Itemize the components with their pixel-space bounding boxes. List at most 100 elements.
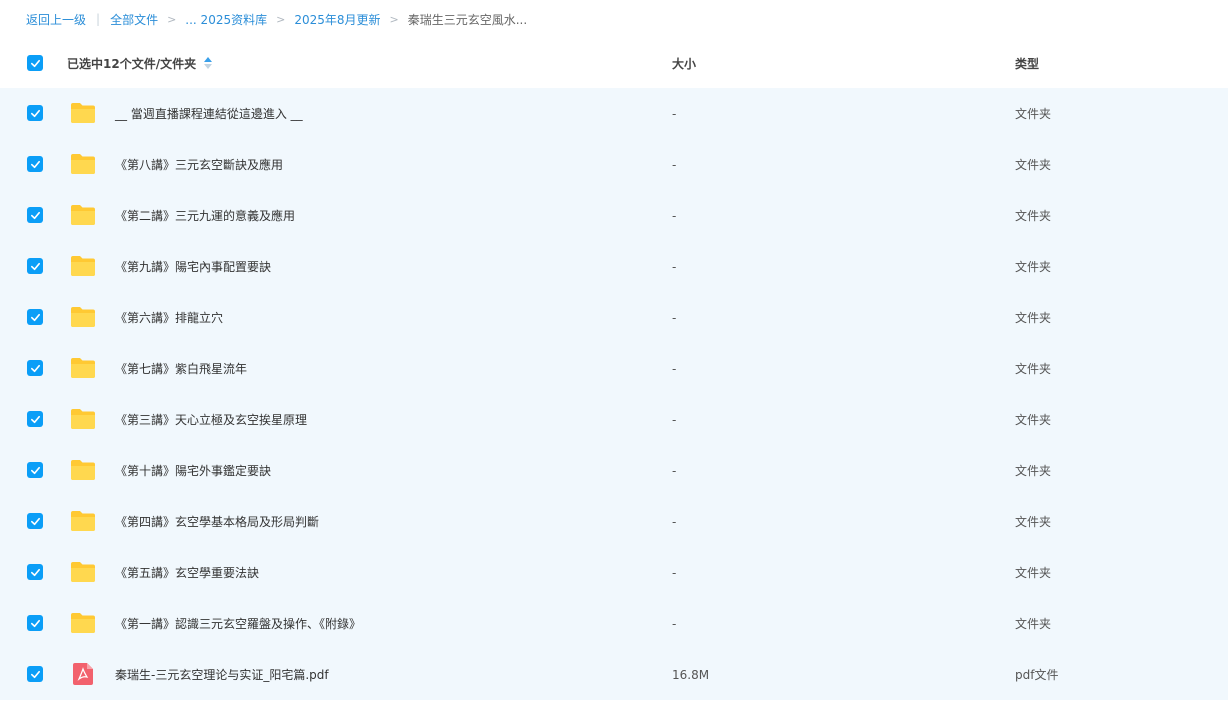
breadcrumb-current: 秦瑞生三元玄空風水...: [407, 12, 528, 27]
row-checkbox[interactable]: [27, 462, 43, 478]
column-header-size[interactable]: 大小: [672, 55, 696, 72]
checkmark-icon: [30, 466, 40, 474]
file-size: 16.8M: [672, 667, 710, 682]
chevron-right-icon: >: [389, 12, 399, 26]
folder-icon: [70, 204, 96, 226]
file-size: -: [672, 259, 677, 274]
file-name[interactable]: __ 當週直播課程連結從這邊進入 __: [115, 105, 303, 122]
file-row[interactable]: 《第三講》天心立極及玄空挨星原理 - 文件夹: [0, 394, 1228, 445]
file-row[interactable]: 《第五講》玄空學重要法訣 - 文件夹: [0, 547, 1228, 598]
file-size: -: [672, 412, 677, 427]
file-name[interactable]: 《第四講》玄空學基本格局及形局判斷: [115, 513, 319, 530]
file-name[interactable]: 《第七講》紫白飛星流年: [115, 360, 247, 377]
folder-icon: [70, 459, 96, 481]
file-name[interactable]: 《第六講》排龍立穴: [115, 309, 223, 326]
folder-icon: [70, 357, 96, 379]
file-size: -: [672, 463, 677, 478]
file-name[interactable]: 《第九講》陽宅內事配置要訣: [115, 258, 271, 275]
file-row[interactable]: 《第六講》排龍立穴 - 文件夹: [0, 292, 1228, 343]
checkmark-icon: [30, 670, 40, 678]
breadcrumb-item-all-files[interactable]: 全部文件: [110, 11, 158, 28]
breadcrumb-divider: |: [96, 12, 101, 26]
checkmark-icon: [30, 211, 40, 219]
file-name[interactable]: 《第八講》三元玄空斷訣及應用: [115, 156, 283, 173]
file-size: -: [672, 310, 677, 325]
file-row[interactable]: __ 當週直播課程連結從這邊進入 __ - 文件夹: [0, 88, 1228, 139]
row-checkbox[interactable]: [27, 666, 43, 682]
file-row[interactable]: 《第十講》陽宅外事鑑定要訣 - 文件夹: [0, 445, 1228, 496]
chevron-right-icon: >: [276, 12, 286, 26]
file-name[interactable]: 《第十講》陽宅外事鑑定要訣: [115, 462, 271, 479]
row-checkbox[interactable]: [27, 513, 43, 529]
folder-icon: [70, 153, 96, 175]
file-row[interactable]: 《第九講》陽宅內事配置要訣 - 文件夹: [0, 241, 1228, 292]
file-type: 文件夹: [1015, 362, 1052, 376]
file-size: -: [672, 565, 677, 580]
row-checkbox[interactable]: [27, 309, 43, 325]
file-size: -: [672, 361, 677, 376]
file-size: -: [672, 106, 677, 121]
breadcrumb: 返回上一级 | 全部文件 > ... 2025资料库 > 2025年8月更新 >…: [0, 0, 1228, 38]
file-row[interactable]: 《第二講》三元九運的意義及應用 - 文件夹: [0, 190, 1228, 241]
file-size: -: [672, 514, 677, 529]
file-type: 文件夹: [1015, 158, 1052, 172]
folder-icon: [70, 306, 96, 328]
folder-icon: [70, 561, 96, 583]
breadcrumb-item-library[interactable]: ... 2025资料库: [185, 11, 267, 28]
file-type: 文件夹: [1015, 464, 1052, 478]
file-name[interactable]: 《第五講》玄空學重要法訣: [115, 564, 259, 581]
select-all-checkbox[interactable]: [27, 55, 43, 71]
file-row[interactable]: 《第一講》認識三元玄空羅盤及操作、《附錄》 - 文件夹: [0, 598, 1228, 649]
checkmark-icon: [30, 415, 40, 423]
column-header-type[interactable]: 类型: [1015, 55, 1039, 72]
row-checkbox[interactable]: [27, 207, 43, 223]
row-checkbox[interactable]: [27, 156, 43, 172]
chevron-right-icon: >: [167, 12, 177, 26]
row-checkbox[interactable]: [27, 615, 43, 631]
file-type: 文件夹: [1015, 617, 1052, 631]
folder-icon: [70, 408, 96, 430]
file-name[interactable]: 《第三講》天心立極及玄空挨星原理: [115, 411, 307, 428]
selection-count-label: 已选中12个文件/文件夹: [67, 56, 197, 71]
file-name[interactable]: 秦瑞生-三元玄空理论与实证_阳宅篇.pdf: [115, 666, 329, 683]
file-type: 文件夹: [1015, 260, 1052, 274]
file-type: 文件夹: [1015, 209, 1052, 223]
breadcrumb-item-update[interactable]: 2025年8月更新: [294, 11, 380, 28]
back-link[interactable]: 返回上一级: [26, 11, 86, 28]
file-type: 文件夹: [1015, 107, 1052, 121]
file-row[interactable]: 秦瑞生-三元玄空理论与实证_阳宅篇.pdf 16.8M pdf文件: [0, 649, 1228, 700]
checkmark-icon: [30, 59, 40, 67]
file-row[interactable]: 《第八講》三元玄空斷訣及應用 - 文件夹: [0, 139, 1228, 190]
folder-icon: [70, 255, 96, 277]
pdf-icon: [73, 663, 93, 685]
file-list: __ 當週直播課程連結從這邊進入 __ - 文件夹 《第八講》三元玄空斷訣及應用…: [0, 88, 1228, 700]
file-type: 文件夹: [1015, 515, 1052, 529]
file-size: -: [672, 616, 677, 631]
folder-icon: [70, 510, 96, 532]
file-size: -: [672, 157, 677, 172]
column-header-name[interactable]: 已选中12个文件/文件夹: [67, 55, 213, 72]
file-row[interactable]: 《第七講》紫白飛星流年 - 文件夹: [0, 343, 1228, 394]
file-type: pdf文件: [1015, 668, 1059, 682]
file-name[interactable]: 《第一講》認識三元玄空羅盤及操作、《附錄》: [115, 615, 361, 632]
file-type: 文件夹: [1015, 311, 1052, 325]
file-list-header: 已选中12个文件/文件夹 大小 类型: [0, 38, 1228, 88]
row-checkbox[interactable]: [27, 411, 43, 427]
checkmark-icon: [30, 160, 40, 168]
checkmark-icon: [30, 568, 40, 576]
file-row[interactable]: 《第四講》玄空學基本格局及形局判斷 - 文件夹: [0, 496, 1228, 547]
checkmark-icon: [30, 262, 40, 270]
row-checkbox[interactable]: [27, 258, 43, 274]
checkmark-icon: [30, 109, 40, 117]
file-name[interactable]: 《第二講》三元九運的意義及應用: [115, 207, 295, 224]
row-checkbox[interactable]: [27, 564, 43, 580]
folder-icon: [70, 102, 96, 124]
file-type: 文件夹: [1015, 566, 1052, 580]
checkmark-icon: [30, 313, 40, 321]
row-checkbox[interactable]: [27, 105, 43, 121]
row-checkbox[interactable]: [27, 360, 43, 376]
folder-icon: [70, 612, 96, 634]
file-size: -: [672, 208, 677, 223]
checkmark-icon: [30, 364, 40, 372]
sort-icon[interactable]: [204, 57, 213, 69]
